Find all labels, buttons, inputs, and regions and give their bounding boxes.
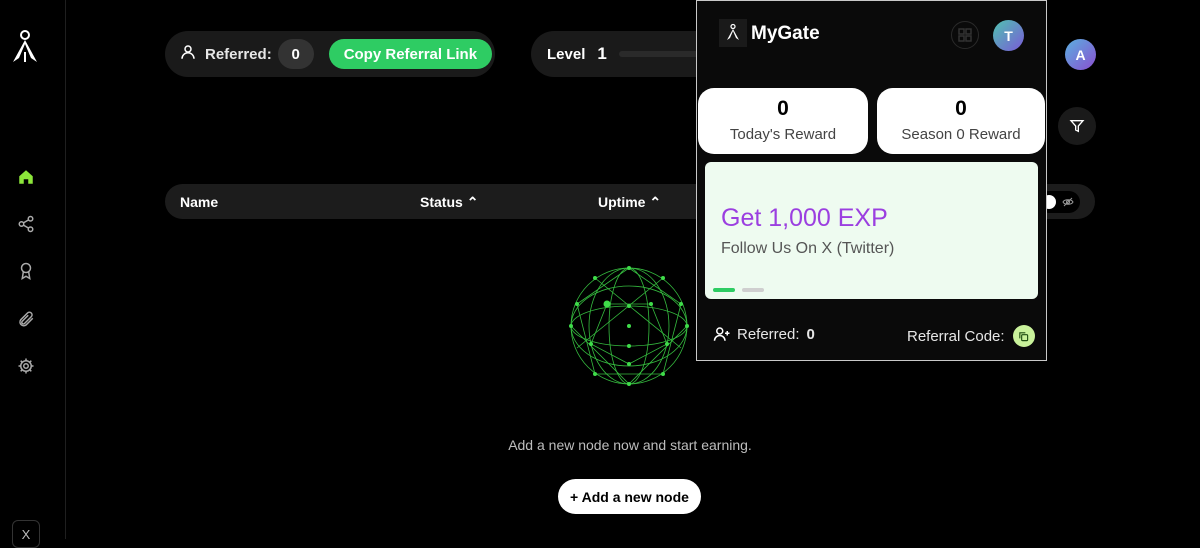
node-globe-illustration <box>569 266 689 386</box>
level-value: 1 <box>597 44 607 63</box>
column-name[interactable]: Name <box>180 194 218 210</box>
referral-pill: Referred: 0 Copy Referral Link <box>165 31 495 77</box>
promo-subtitle: Follow Us On X (Twitter) <box>721 240 895 257</box>
grid-icon <box>958 28 972 42</box>
eye-off-icon <box>1062 197 1074 207</box>
add-user-icon <box>713 327 730 341</box>
column-status[interactable]: Status ⌃ <box>420 194 478 211</box>
copy-icon <box>1019 331 1029 341</box>
filter-icon <box>1069 120 1085 133</box>
carousel-dot-active[interactable] <box>713 288 735 292</box>
season-reward-value: 0 <box>955 97 967 120</box>
empty-state-message: Add a new node now and start earning. <box>508 437 752 453</box>
carousel-dot[interactable] <box>742 288 764 292</box>
share-icon[interactable] <box>14 212 38 236</box>
copy-code-button[interactable] <box>1012 325 1035 347</box>
promo-title: Get 1,000 EXP <box>721 204 888 232</box>
popup-referred: Referred: 0 <box>713 325 815 343</box>
season-reward-label: Season 0 Reward <box>901 126 1021 143</box>
todays-reward-label: Today's Reward <box>729 126 837 143</box>
filter-button[interactable] <box>1058 107 1096 145</box>
referred-label: Referred: <box>205 45 272 63</box>
sort-up-icon: ⌃ <box>649 194 662 210</box>
extension-popup: MyGate T 0 Today's Reward 0 Season 0 Rew… <box>696 0 1047 361</box>
add-node-button[interactable]: + Add a new node <box>558 479 701 514</box>
level-label: Level <box>547 45 586 63</box>
copy-referral-link-button[interactable]: Copy Referral Link <box>328 39 493 69</box>
sort-up-icon: ⌃ <box>466 194 479 210</box>
apps-grid-button[interactable] <box>951 21 979 49</box>
popup-title: MyGate <box>751 23 820 44</box>
user-avatar[interactable]: A <box>1065 39 1096 70</box>
award-icon[interactable] <box>14 259 38 283</box>
sidebar: X <box>0 0 66 548</box>
mygate-logo-small <box>719 19 747 47</box>
popup-user-avatar[interactable]: T <box>993 20 1024 51</box>
popup-referred-label: Referred: <box>737 325 800 343</box>
link-icon[interactable] <box>14 307 38 331</box>
referral-code-label: Referral Code: <box>907 327 1005 345</box>
x-icon: X <box>21 526 31 542</box>
x-twitter-button[interactable]: X <box>12 520 40 548</box>
promo-banner[interactable]: Get 1,000 EXP Follow Us On X (Twitter) <box>705 162 1038 299</box>
mygate-logo[interactable] <box>10 28 40 68</box>
todays-reward-card: 0 Today's Reward <box>698 88 868 154</box>
popup-referral-code: Referral Code: <box>907 325 1035 347</box>
gear-icon[interactable] <box>14 354 38 378</box>
home-icon[interactable] <box>14 165 38 189</box>
column-uptime[interactable]: Uptime ⌃ <box>598 194 661 211</box>
user-icon <box>179 43 197 66</box>
referred-count: 0 <box>277 39 314 69</box>
todays-reward-value: 0 <box>777 97 789 120</box>
season-reward-card: 0 Season 0 Reward <box>877 88 1045 154</box>
popup-referred-count: 0 <box>806 325 815 343</box>
